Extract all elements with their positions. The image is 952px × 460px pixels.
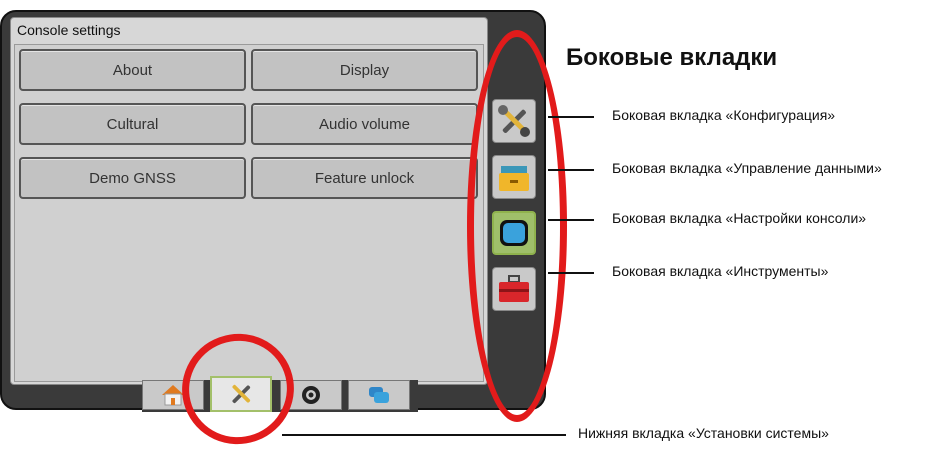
callout-line bbox=[548, 169, 594, 171]
callout-data-management: Боковая вкладка «Управление данными» bbox=[612, 160, 882, 176]
callout-configuration: Боковая вкладка «Конфигурация» bbox=[612, 107, 836, 123]
layers-icon bbox=[369, 387, 389, 403]
about-button[interactable]: About bbox=[19, 49, 246, 91]
callout-line bbox=[282, 434, 566, 436]
audio-volume-button[interactable]: Audio volume bbox=[251, 103, 478, 145]
cultural-button[interactable]: Cultural bbox=[19, 103, 246, 145]
screen-title: Console settings bbox=[17, 22, 121, 38]
callout-line bbox=[548, 219, 594, 221]
display-button[interactable]: Display bbox=[251, 49, 478, 91]
side-tabs-heading: Боковые вкладки bbox=[566, 44, 778, 71]
callout-line bbox=[548, 116, 594, 118]
bottom-tab-layers[interactable] bbox=[348, 380, 410, 410]
side-tabs-highlight bbox=[467, 30, 567, 422]
feature-unlock-button[interactable]: Feature unlock bbox=[251, 157, 478, 199]
camera-lens-icon bbox=[302, 386, 320, 404]
callout-line bbox=[548, 272, 594, 274]
console-settings-screen: Console settings About Display Cultural … bbox=[10, 17, 488, 385]
callout-tools: Боковая вкладка «Инструменты» bbox=[612, 263, 829, 279]
demo-gnss-button[interactable]: Demo GNSS bbox=[19, 157, 246, 199]
callout-console-settings: Боковая вкладка «Настройки консоли» bbox=[612, 210, 867, 226]
settings-panel: About Display Cultural Audio volume Demo… bbox=[14, 44, 484, 382]
callout-system-setup: Нижняя вкладка «Установки системы» bbox=[578, 425, 829, 441]
